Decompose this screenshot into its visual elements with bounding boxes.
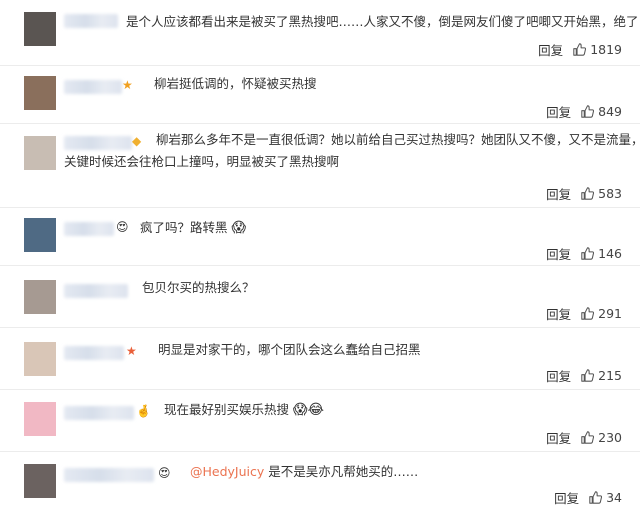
like-count: 34: [606, 489, 622, 505]
comment-actions: 回复 583: [546, 184, 622, 202]
thumbs-up-icon: [589, 490, 603, 504]
reply-button[interactable]: 回复: [546, 184, 571, 203]
emoji-badge-icon: 😍: [158, 466, 171, 480]
vip-badge-icon: ★: [122, 78, 133, 92]
comment-item: 🤞 现在最好别买娱乐热搜 😱😂 回复 230: [0, 390, 640, 452]
reply-button[interactable]: 回复: [546, 366, 571, 385]
avatar[interactable]: [24, 76, 56, 110]
like-count: 230: [598, 429, 622, 445]
avatar[interactable]: [24, 12, 56, 46]
like-button[interactable]: 230: [581, 430, 622, 445]
comment-item: ★ 柳岩挺低调的，怀疑被买热搜 回复 849: [0, 66, 640, 124]
like-button[interactable]: 215: [581, 368, 622, 383]
thumbs-up-icon: [581, 368, 595, 382]
comment-actions: 回复 291: [546, 304, 622, 322]
comment-actions: 回复 849: [546, 102, 622, 120]
username[interactable]: [64, 222, 114, 236]
avatar[interactable]: [24, 218, 56, 252]
like-button[interactable]: 1819: [573, 42, 622, 57]
like-count: 583: [598, 185, 622, 201]
username[interactable]: [64, 346, 124, 360]
comment-item: 包贝尔买的热搜么？ 回复 291: [0, 266, 640, 328]
username[interactable]: [64, 80, 122, 94]
username[interactable]: [64, 14, 118, 28]
comment-actions: 回复 215: [546, 366, 622, 384]
reply-button[interactable]: 回复: [554, 488, 579, 507]
avatar[interactable]: [24, 280, 56, 314]
like-count: 146: [598, 245, 622, 261]
comment-list: 是个人应该都看出来是被买了黑热搜吧……人家又不傻，倒是网友们傻了吧唧又开始黑，绝…: [0, 0, 640, 521]
emoji-badge-icon: 😍: [116, 220, 129, 234]
vip-badge-icon: ◆: [132, 134, 142, 148]
comment-text-body: 是不是吴亦凡帮她买的……: [268, 464, 419, 479]
comment-text: 包贝尔买的热搜么？: [142, 280, 255, 295]
comment-actions: 回复 1819: [538, 40, 622, 58]
comment-text: 柳岩那么多年不是一直很低调？她以前给自己买过热搜吗？她团队又不傻，又不是流量，: [156, 132, 640, 147]
reply-button[interactable]: 回复: [546, 428, 571, 447]
like-button[interactable]: 849: [581, 104, 622, 119]
comment-text: 是个人应该都看出来是被买了黑热搜吧……人家又不傻，倒是网友们傻了吧唧又开始黑，绝…: [126, 14, 639, 29]
username[interactable]: [64, 136, 132, 150]
reply-button[interactable]: 回复: [546, 244, 571, 263]
comment-item: 😍 疯了吗？路转黑 😱 回复 146: [0, 208, 640, 266]
thumbs-up-icon: [581, 186, 595, 200]
username[interactable]: [64, 284, 128, 298]
comment-actions: 回复 34: [554, 488, 622, 506]
like-button[interactable]: 291: [581, 306, 622, 321]
reply-button[interactable]: 回复: [538, 40, 563, 59]
thumbs-up-icon: [581, 104, 595, 118]
comment-text-line2: 关键时候还会往枪口上撞吗，明显被买了黑热搜啊: [64, 154, 340, 169]
comment-text: 柳岩挺低调的，怀疑被买热搜: [154, 76, 317, 91]
comment-item: 是个人应该都看出来是被买了黑热搜吧……人家又不傻，倒是网友们傻了吧唧又开始黑，绝…: [0, 0, 640, 66]
thumbs-up-icon: [573, 42, 587, 56]
like-count: 1819: [590, 41, 622, 57]
username[interactable]: [64, 468, 154, 482]
thumbs-up-icon: [581, 306, 595, 320]
like-button[interactable]: 146: [581, 246, 622, 261]
thumbs-up-icon: [581, 430, 595, 444]
user-mention-link[interactable]: @HedyJuicy: [190, 464, 264, 479]
thumbs-up-icon: [581, 246, 595, 260]
comment-text-body: 现在最好别买娱乐热搜: [164, 402, 290, 417]
emoji-badge-icon: 🤞: [136, 404, 151, 418]
username[interactable]: [64, 406, 134, 420]
like-button[interactable]: 583: [581, 186, 622, 201]
comment-text: 疯了吗？路转黑 😱: [140, 218, 246, 238]
avatar[interactable]: [24, 464, 56, 498]
like-count: 291: [598, 305, 622, 321]
comment-text-body: 疯了吗？路转黑: [140, 220, 228, 235]
comment-actions: 回复 230: [546, 428, 622, 446]
scream-emoji-icon: 😱: [231, 220, 247, 236]
reply-button[interactable]: 回复: [546, 304, 571, 323]
comment-text: 明显是对家干的，哪个团队会这么蠢给自己招黑: [158, 342, 421, 357]
comment-text: 现在最好别买娱乐热搜 😱😂: [164, 400, 324, 420]
comment-text: @HedyJuicy 是不是吴亦凡帮她买的……: [190, 462, 418, 482]
comment-item: ◆ 柳岩那么多年不是一直很低调？她以前给自己买过热搜吗？她团队又不傻，又不是流量…: [0, 124, 640, 208]
reply-button[interactable]: 回复: [546, 102, 571, 121]
vip-badge-icon: ★: [126, 344, 137, 358]
like-count: 849: [598, 103, 622, 119]
avatar[interactable]: [24, 402, 56, 436]
avatar[interactable]: [24, 136, 56, 170]
emoji-icons: 😱😂: [293, 402, 324, 418]
comment-item: 😍 @HedyJuicy 是不是吴亦凡帮她买的…… 回复 34: [0, 452, 640, 521]
like-count: 215: [598, 367, 622, 383]
like-button[interactable]: 34: [589, 490, 622, 505]
comment-actions: 回复 146: [546, 244, 622, 262]
comment-item: ★ 明显是对家干的，哪个团队会这么蠢给自己招黑 回复 215: [0, 328, 640, 390]
avatar[interactable]: [24, 342, 56, 376]
